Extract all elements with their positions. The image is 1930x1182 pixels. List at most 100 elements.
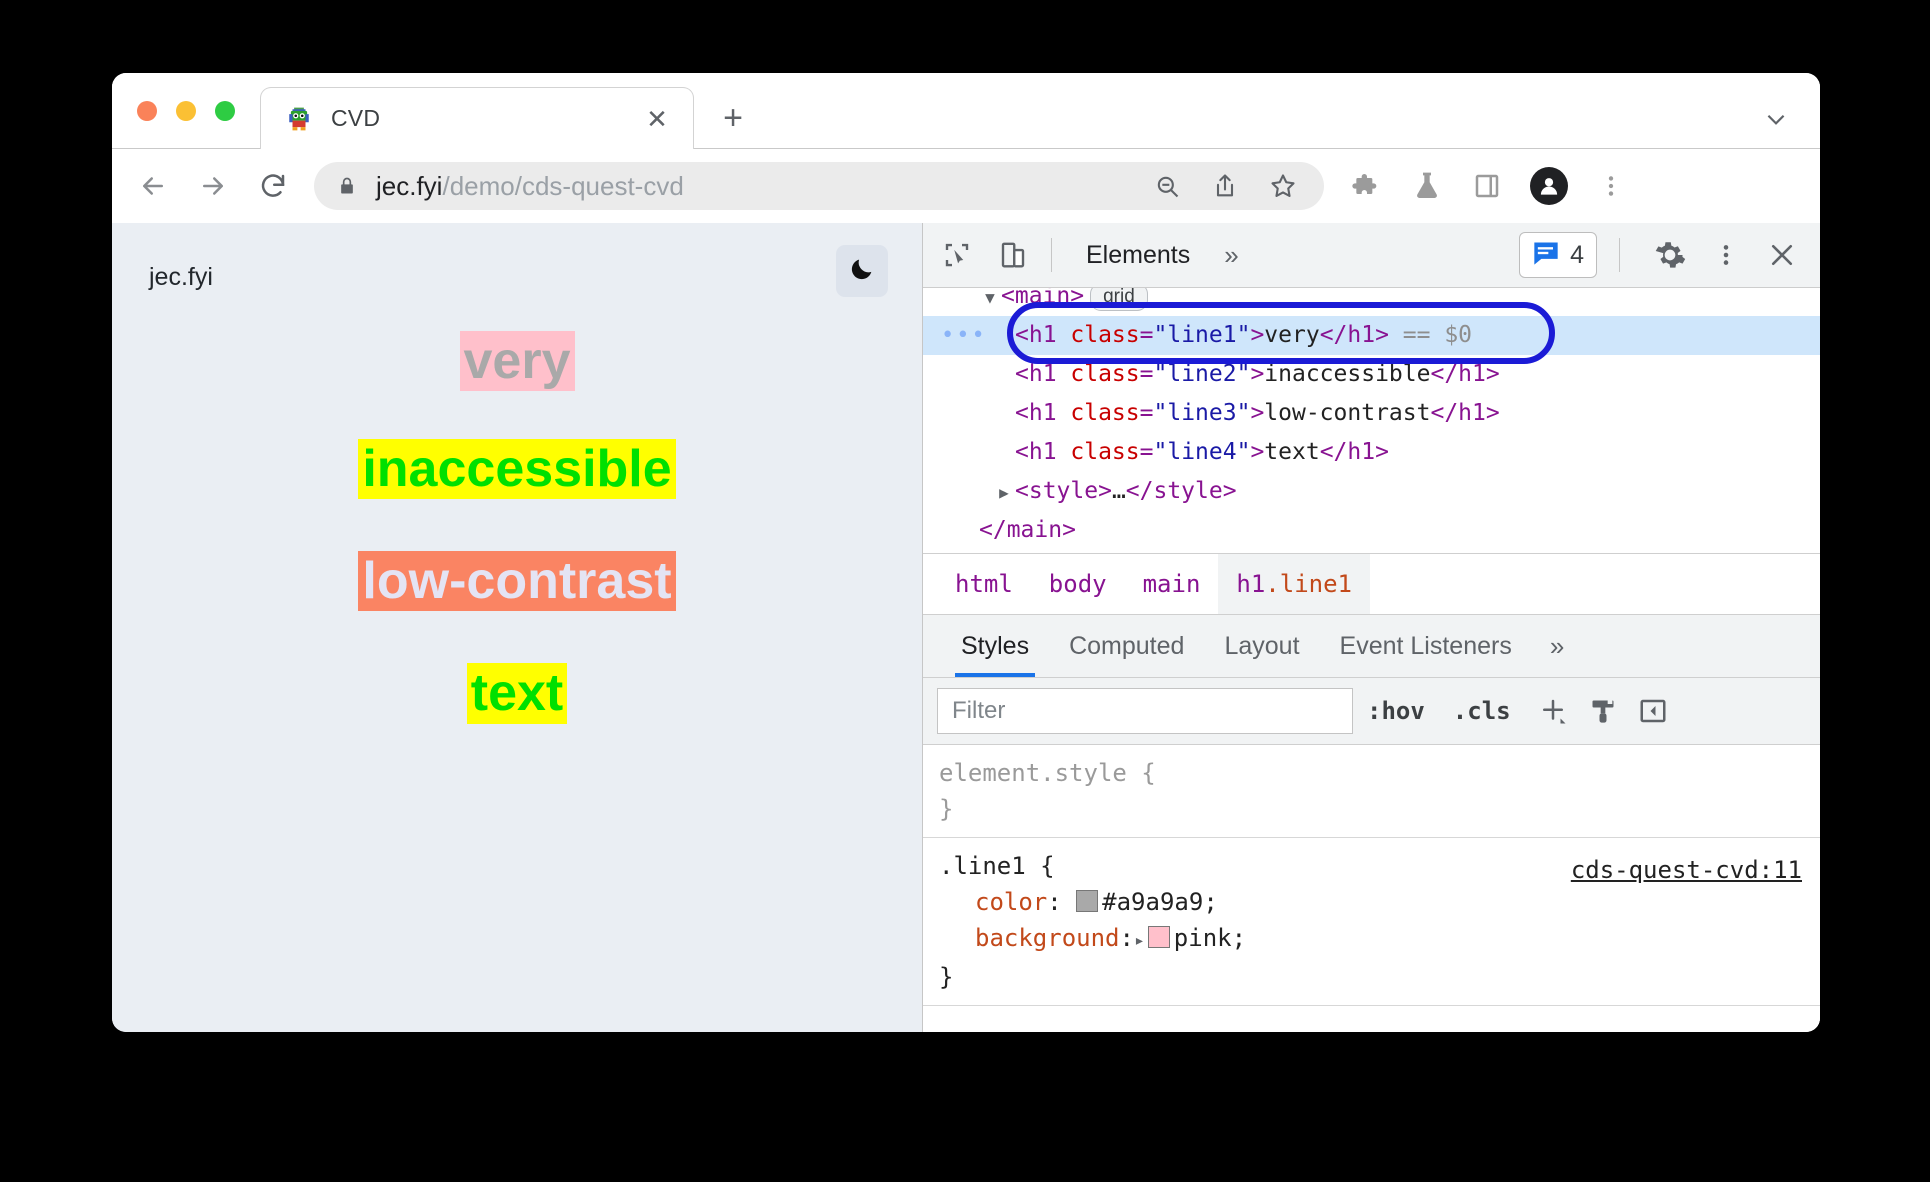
styles-pane[interactable]: element.style { } cds-quest-cvd:11 .line… bbox=[923, 745, 1820, 1032]
rule-element-style[interactable]: element.style { } bbox=[923, 745, 1820, 838]
url-host: jec.fyi bbox=[376, 170, 443, 201]
hov-toggle-button[interactable]: :hov bbox=[1353, 697, 1439, 725]
expand-shorthand-triangle-icon[interactable]: ▸ bbox=[1134, 930, 1145, 951]
chevron-down-icon[interactable] bbox=[1756, 99, 1796, 139]
dom-tag-style-close: </style> bbox=[1125, 478, 1237, 504]
breadcrumb-item-body[interactable]: body bbox=[1031, 554, 1125, 614]
dom-row-style-collapsed[interactable]: ▶ <style>…</style> bbox=[923, 472, 1820, 511]
dom-end-tag-3: </h1> bbox=[1430, 400, 1500, 426]
declaration-background[interactable]: background:▸ pink; bbox=[939, 920, 1820, 959]
dom-text-3: low-contrast bbox=[1264, 400, 1431, 426]
chrome-menu-icon[interactable] bbox=[1594, 169, 1628, 203]
rule-selector-line1[interactable]: .line1 bbox=[939, 852, 1026, 880]
dark-mode-toggle[interactable] bbox=[836, 245, 888, 297]
dom-row-ellipsis-button[interactable]: ••• bbox=[941, 316, 987, 355]
bookmark-star-icon[interactable] bbox=[1268, 171, 1298, 201]
experiments-flask-icon[interactable] bbox=[1410, 169, 1444, 203]
breadcrumb-item-h1-line1[interactable]: h1 .line1 bbox=[1218, 554, 1370, 614]
gear-icon[interactable] bbox=[1648, 233, 1692, 277]
dom-tree[interactable]: <body class="style"> ▼<main>grid •••<h1 … bbox=[923, 288, 1820, 554]
site-name: jec.fyi bbox=[149, 263, 213, 291]
tab-computed[interactable]: Computed bbox=[1049, 615, 1204, 677]
new-tab-button[interactable]: + bbox=[712, 97, 754, 139]
expander-triangle-icon[interactable]: ▼ bbox=[979, 288, 1001, 317]
dom-attr-name-2: class bbox=[1070, 361, 1140, 387]
declaration-property-color[interactable]: color bbox=[939, 888, 1047, 916]
breadcrumb-item-html[interactable]: html bbox=[937, 554, 1031, 614]
filter-placeholder: Filter bbox=[952, 697, 1006, 724]
breadcrumb-class: .line1 bbox=[1265, 570, 1352, 598]
browser-tab[interactable]: CVD ✕ bbox=[260, 87, 694, 149]
declaration-property-background[interactable]: background bbox=[939, 924, 1120, 952]
tab-event-listeners[interactable]: Event Listeners bbox=[1320, 615, 1532, 677]
dom-console-ref-1: == $0 bbox=[1402, 322, 1473, 348]
dom-tag-main: <main> bbox=[1001, 288, 1085, 309]
toolbar-divider bbox=[1051, 238, 1052, 272]
share-icon[interactable] bbox=[1210, 171, 1240, 201]
declaration-colon-1: : bbox=[1119, 924, 1134, 952]
declaration-value-background[interactable]: pink bbox=[1174, 924, 1232, 952]
tab-strip: CVD ✕ + bbox=[112, 73, 1820, 149]
dom-row-h1-line1[interactable]: ••• <h1 class="line1">very</h1> == $0 bbox=[923, 316, 1820, 355]
dom-row-h1-line2[interactable]: <h1 class="line2">inaccessible</h1> bbox=[923, 355, 1820, 394]
maximize-window-button[interactable] bbox=[215, 101, 235, 121]
devtools-toolbar-right: 4 bbox=[1519, 232, 1820, 278]
content-area: jec.fyi very inaccessible low-contrast t… bbox=[112, 223, 1820, 1032]
color-swatch-pink[interactable] bbox=[1147, 926, 1170, 948]
dom-eq-3: = bbox=[1139, 400, 1154, 426]
dom-open-bracket-2: <h1 bbox=[1015, 361, 1071, 387]
close-tab-button[interactable]: ✕ bbox=[637, 99, 677, 139]
declaration-color[interactable]: color: #a9a9a9; bbox=[939, 884, 1820, 920]
paint-brush-icon[interactable] bbox=[1581, 689, 1625, 733]
dom-attr-value-3: "line3" bbox=[1153, 400, 1251, 426]
profile-avatar-icon[interactable] bbox=[1530, 167, 1568, 205]
dom-row-h1-line4[interactable]: <h1 class="line4">text</h1> bbox=[923, 433, 1820, 472]
dom-row-h1-line3[interactable]: <h1 class="line3">low-contrast</h1> bbox=[923, 394, 1820, 433]
breadcrumb: html body main h1 .line1 bbox=[923, 554, 1820, 615]
minimize-window-button[interactable] bbox=[176, 101, 196, 121]
dom-row-main-open[interactable]: ▼ <main> grid bbox=[923, 288, 1820, 316]
devtools-toolbar: Elements » 4 bbox=[923, 223, 1820, 288]
extensions-puzzle-icon[interactable] bbox=[1350, 169, 1384, 203]
heading-line4: text bbox=[466, 663, 568, 724]
omnibox-row: jec.fyi/demo/cds-quest-cvd bbox=[112, 149, 1820, 224]
more-panels-chevron-icon[interactable]: » bbox=[1224, 240, 1238, 271]
filter-input[interactable]: Filter bbox=[937, 688, 1353, 734]
moon-icon bbox=[848, 255, 876, 288]
back-arrow-icon[interactable] bbox=[130, 163, 176, 209]
more-sidebar-tabs-chevron-icon[interactable]: » bbox=[1532, 631, 1582, 662]
tab-styles[interactable]: Styles bbox=[941, 615, 1049, 677]
close-window-button[interactable] bbox=[137, 101, 157, 121]
rule-selector-row: element.style { bbox=[939, 755, 1820, 791]
dom-row-main-close[interactable]: </main> bbox=[923, 511, 1820, 550]
rule-source-link[interactable]: cds-quest-cvd:11 bbox=[1571, 852, 1802, 888]
plus-icon[interactable] bbox=[1531, 689, 1575, 733]
tab-elements[interactable]: Elements bbox=[1078, 241, 1198, 270]
more-options-icon[interactable] bbox=[1704, 233, 1748, 277]
toggle-sidebar-icon[interactable] bbox=[1631, 689, 1675, 733]
declaration-value-color[interactable]: #a9a9a9 bbox=[1102, 888, 1203, 916]
dom-eq-4: = bbox=[1139, 439, 1154, 465]
declaration-colon-0: : bbox=[1047, 888, 1077, 916]
heading-line1: very bbox=[459, 331, 575, 392]
rule-selector-element-style[interactable]: element.style bbox=[939, 759, 1127, 787]
dom-close-bracket-2: > bbox=[1250, 361, 1265, 387]
forward-arrow-icon[interactable] bbox=[190, 163, 236, 209]
tab-layout[interactable]: Layout bbox=[1204, 615, 1319, 677]
side-panel-icon[interactable] bbox=[1470, 169, 1504, 203]
breadcrumb-item-main[interactable]: main bbox=[1125, 554, 1219, 614]
rule-line1[interactable]: cds-quest-cvd:11 .line1 { color: #a9a9a9… bbox=[923, 838, 1820, 1006]
address-bar-actions bbox=[1152, 171, 1324, 201]
grid-badge[interactable]: grid bbox=[1090, 288, 1148, 311]
web-page-viewport: jec.fyi very inaccessible low-contrast t… bbox=[112, 223, 923, 1032]
address-bar[interactable]: jec.fyi/demo/cds-quest-cvd bbox=[314, 162, 1324, 210]
inspect-element-icon[interactable] bbox=[935, 233, 979, 277]
reload-icon[interactable] bbox=[250, 163, 296, 209]
close-icon[interactable] bbox=[1760, 233, 1804, 277]
zoom-out-icon[interactable] bbox=[1152, 171, 1182, 201]
color-swatch-gray[interactable] bbox=[1076, 890, 1099, 912]
issues-button[interactable]: 4 bbox=[1519, 232, 1597, 278]
cls-toggle-button[interactable]: .cls bbox=[1439, 697, 1525, 725]
device-toolbar-icon[interactable] bbox=[991, 233, 1035, 277]
expander-triangle-collapsed-icon[interactable]: ▶ bbox=[993, 473, 1015, 512]
